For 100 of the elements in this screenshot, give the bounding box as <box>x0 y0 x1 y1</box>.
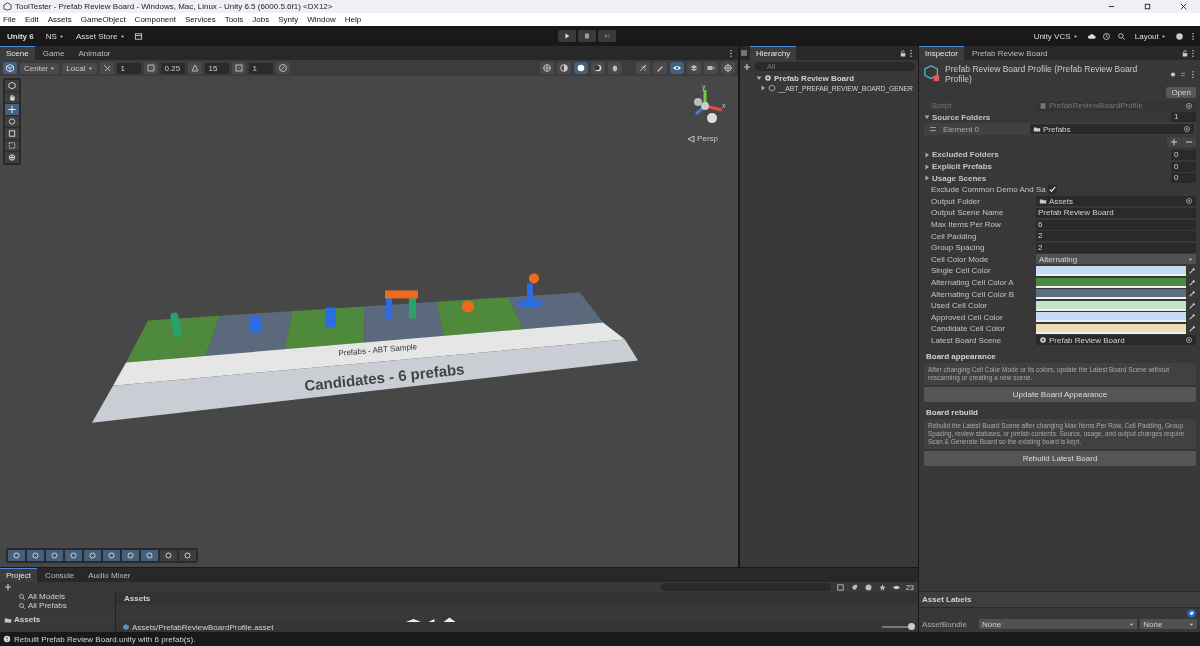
overlay-tool-icon[interactable] <box>141 550 158 561</box>
more-icon[interactable] <box>1190 31 1196 41</box>
target-icon[interactable] <box>1185 197 1193 206</box>
cloud-icon[interactable] <box>1086 31 1096 41</box>
layout-dropdown[interactable]: Layout <box>1131 30 1169 42</box>
expand-arrow-icon[interactable] <box>924 152 930 158</box>
menu-item[interactable]: Services <box>184 15 216 24</box>
panel-tab[interactable]: Prefab Review Board <box>965 46 1054 60</box>
target-icon[interactable] <box>1185 336 1193 345</box>
rotate-icon[interactable] <box>5 116 19 127</box>
overlay-tool-icon[interactable] <box>160 550 177 561</box>
camera-icon[interactable] <box>704 62 718 74</box>
color-swatch[interactable] <box>1036 300 1186 311</box>
color-swatch[interactable] <box>1036 289 1186 300</box>
cube-icon[interactable] <box>3 62 17 74</box>
field-label[interactable]: Explicit Prefabs <box>932 162 993 172</box>
perspective-icon[interactable] <box>687 134 696 143</box>
target-icon[interactable] <box>1183 125 1191 134</box>
grid-size-field[interactable]: 1 <box>116 62 141 74</box>
more-icon[interactable] <box>1190 48 1196 58</box>
eyedropper-icon[interactable] <box>1188 313 1196 322</box>
menu-item[interactable]: Synty <box>278 15 299 24</box>
expand-arrow-icon[interactable] <box>756 75 762 81</box>
scale-snap-field[interactable]: 1 <box>248 62 273 74</box>
expand-arrow-icon[interactable] <box>924 175 930 182</box>
action-button[interactable]: Update Board Appearance <box>924 387 1196 403</box>
step-button[interactable] <box>597 30 616 42</box>
eyedropper-icon[interactable] <box>1188 301 1196 310</box>
pause-button[interactable] <box>577 30 596 42</box>
menu-item[interactable]: Edit <box>24 15 39 24</box>
target-icon[interactable] <box>1185 101 1193 110</box>
list-size-field[interactable]: 1 <box>1171 112 1196 123</box>
drag-handle-icon[interactable] <box>929 125 937 134</box>
panel-tab[interactable]: Audio Mixer <box>82 568 137 582</box>
eyedropper-icon[interactable] <box>1188 278 1196 287</box>
pivot-dropdown[interactable]: Center <box>20 62 60 74</box>
object-field[interactable]: Prefabs <box>1030 124 1194 135</box>
scale-icon[interactable] <box>5 128 19 139</box>
object-field[interactable]: Prefab Review Board <box>1036 335 1196 346</box>
add-element-icon[interactable] <box>1167 137 1181 148</box>
lock-icon[interactable] <box>1182 48 1188 58</box>
text-field[interactable]: 2 <box>1036 231 1196 242</box>
move-snap-icon[interactable] <box>143 62 158 74</box>
hierarchy-item[interactable]: Prefab Review Board <box>774 73 855 83</box>
history-icon[interactable] <box>1101 31 1111 41</box>
favorite-item[interactable]: All Prefabs <box>28 601 67 610</box>
field-label[interactable]: Excluded Folders <box>932 150 999 160</box>
text-field[interactable]: 2 <box>1036 242 1196 253</box>
menu-item[interactable]: Tools <box>224 15 244 24</box>
maximize-icon[interactable] <box>1143 2 1152 11</box>
color-swatch[interactable] <box>1036 323 1186 334</box>
menu-item[interactable]: Help <box>344 15 362 24</box>
transform-icon[interactable] <box>5 152 19 163</box>
more-icon[interactable] <box>908 48 914 58</box>
field-label[interactable]: Usage Scenes <box>932 173 987 183</box>
search-icon[interactable] <box>1116 31 1126 41</box>
field-label[interactable]: Source Folders <box>932 112 991 122</box>
breadcrumb[interactable]: Assets <box>116 592 918 605</box>
user-dropdown[interactable]: NS <box>42 30 67 42</box>
expand-arrow-icon[interactable] <box>760 85 766 91</box>
list-size-field[interactable]: 0 <box>1171 150 1196 160</box>
eyedropper-icon[interactable] <box>1188 324 1196 333</box>
overlay-tool-icon[interactable] <box>122 550 139 561</box>
menu-item[interactable]: Component <box>134 15 176 24</box>
dropdown-field[interactable]: None <box>979 619 1138 629</box>
dropdown-field[interactable]: None <box>1140 619 1197 629</box>
menu-item[interactable]: Window <box>307 15 336 24</box>
asset-store-dropdown[interactable]: Asset Store <box>73 30 128 42</box>
tag-icon[interactable] <box>1187 609 1196 618</box>
overlay-tool-icon[interactable] <box>65 550 82 561</box>
rect-tool-icon[interactable] <box>5 140 19 151</box>
eyedropper-icon[interactable] <box>1188 290 1196 299</box>
expand-arrow-icon[interactable] <box>924 163 930 170</box>
rotate-snap-icon[interactable] <box>187 62 202 74</box>
eye-icon[interactable] <box>670 62 684 74</box>
overlay-tool-icon[interactable] <box>103 550 120 561</box>
star-icon[interactable] <box>877 582 887 592</box>
eyedropper-icon[interactable] <box>1188 266 1196 275</box>
hand-icon[interactable] <box>5 92 19 103</box>
move-snap-field[interactable]: 0.25 <box>160 62 185 74</box>
more-icon[interactable] <box>728 48 734 58</box>
object-field[interactable]: Assets <box>1036 196 1196 207</box>
grid-snap-icon[interactable] <box>99 62 114 74</box>
sphere-icon[interactable] <box>574 62 588 74</box>
half-sphere-icon[interactable] <box>591 62 605 74</box>
brush-icon[interactable] <box>653 62 667 74</box>
version-control-dropdown[interactable]: Unity VCS <box>1030 30 1081 42</box>
action-button[interactable]: Rebuild Latest Board <box>924 451 1196 467</box>
open-button[interactable]: Open <box>1166 87 1196 98</box>
menu-item[interactable]: Jobs <box>252 15 270 24</box>
panel-tab[interactable]: Inspector <box>919 46 964 60</box>
close-icon[interactable] <box>1179 2 1188 11</box>
color-swatch[interactable] <box>1036 265 1186 276</box>
plus-icon[interactable] <box>4 583 12 591</box>
compass-icon[interactable] <box>275 62 290 74</box>
view-cube-icon[interactable] <box>5 80 19 91</box>
panel-tab[interactable]: Project <box>0 568 37 582</box>
menu-item[interactable]: Assets <box>47 15 72 24</box>
overlay-tool-icon[interactable] <box>179 550 196 561</box>
rotate-snap-field[interactable]: 15 <box>204 62 229 74</box>
